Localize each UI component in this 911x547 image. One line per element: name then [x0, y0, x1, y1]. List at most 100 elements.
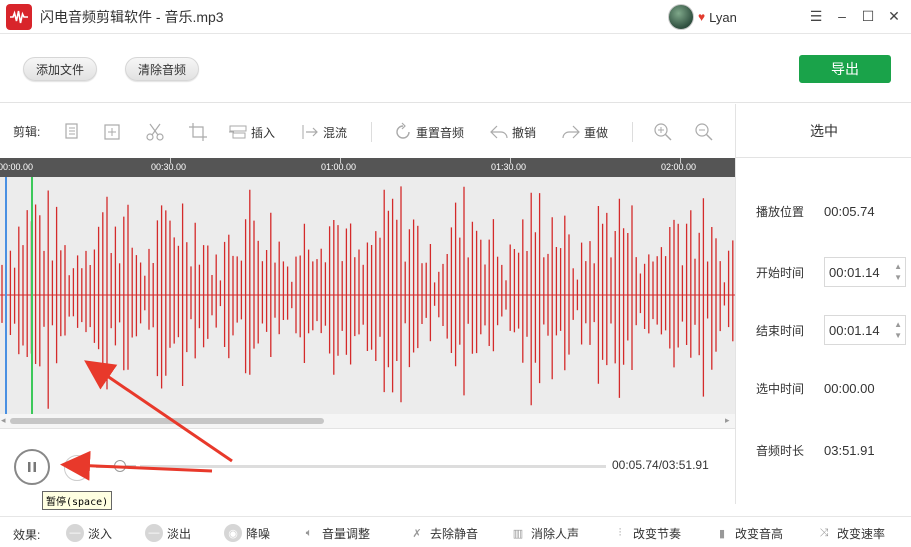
title-bar: 闪电音频剪辑软件 - 音乐.mp3 ♥ Lyan ☰ – ☐ ✕ [0, 0, 911, 34]
volume-icon[interactable]: ◀ [64, 455, 90, 481]
remove-silence-label: 去除静音 [430, 526, 479, 541]
timeline-ruler[interactable]: 00:00.00 00:30.00 01:00.00 01:30.00 02:0… [0, 158, 735, 177]
pause-tooltip: 暂停(space) [42, 491, 113, 510]
scroll-left-icon[interactable]: ◂ [1, 415, 6, 426]
selected-time-value: 00:00.00 [824, 380, 875, 396]
progress-slider[interactable] [140, 465, 606, 468]
redo-tool[interactable]: 重做 [561, 121, 608, 143]
edit-toolbar: 剪辑: 插入 混流 重置音频 撤销 重做 [0, 104, 735, 158]
waveform-area[interactable] [0, 177, 735, 414]
fade-out-icon: — [145, 524, 163, 542]
zoom-out-icon[interactable] [694, 121, 714, 143]
duration-value: 03:51.91 [824, 442, 875, 458]
denoise-icon: ◉ [224, 524, 242, 542]
insert-icon [229, 125, 247, 139]
change-speed-button[interactable]: ⤨ 改变速率 [815, 523, 885, 543]
pause-button[interactable] [14, 449, 50, 485]
up-arrow-icon[interactable]: ▲ [894, 261, 902, 272]
change-tempo-icon: ⫶ [618, 526, 622, 539]
waveform-bars [1, 186, 734, 409]
ruler-label: 01:30.00 [491, 162, 527, 172]
down-arrow-icon[interactable]: ▼ [894, 272, 902, 283]
mix-tool[interactable]: 混流 [300, 121, 347, 143]
paste-icon[interactable] [102, 121, 122, 143]
change-pitch-icon: ▮ [718, 527, 726, 540]
zoom-in-icon[interactable] [653, 121, 673, 143]
up-arrow-icon[interactable]: ▲ [894, 319, 902, 330]
change-speed-label: 改变速率 [837, 526, 886, 541]
effects-bar: 效果: — 淡入 — 淡出 ◉ 降噪 🔈︎ 音量调整 ✗ 去除静音 ▥ 消除人声… [0, 516, 911, 547]
change-pitch-button[interactable]: ▮ 改变音高 [713, 523, 783, 543]
reset-audio-label: 重置音频 [416, 125, 465, 140]
undo-tool[interactable]: 撤销 [489, 121, 536, 143]
crop-icon[interactable] [188, 121, 208, 143]
duration-row: 音频时长 03:51.91 [756, 435, 875, 465]
menu-icon[interactable]: ☰ [804, 4, 828, 28]
export-button[interactable]: 导出 [799, 55, 891, 83]
vip-heart-icon: ♥ [698, 10, 706, 24]
user-area[interactable]: ♥ Lyan [668, 4, 737, 30]
volume-knob[interactable] [114, 460, 126, 472]
change-tempo-label: 改变节奏 [633, 526, 682, 541]
play-position-value: 00:05.74 [824, 203, 875, 219]
denoise-label: 降噪 [246, 526, 271, 541]
down-arrow-icon[interactable]: ▼ [894, 330, 902, 341]
fade-in-button[interactable]: — 淡入 [66, 523, 112, 543]
window-title: 闪电音频剪辑软件 - 音乐.mp3 [40, 8, 224, 25]
remove-silence-button[interactable]: ✗ 去除静音 [408, 523, 478, 543]
cut-icon[interactable] [145, 121, 165, 143]
copy-icon[interactable] [62, 121, 82, 143]
add-file-button[interactable]: 添加文件 [23, 57, 98, 81]
fade-out-label: 淡出 [167, 526, 192, 541]
end-time-row: 结束时间 00:01.14 ▲ ▼ [756, 315, 906, 345]
remove-vocals-icon: ▥ [512, 527, 524, 540]
toolbar-divider [632, 122, 633, 142]
waveform[interactable] [0, 177, 735, 414]
mix-icon [302, 125, 318, 139]
start-time-value: 00:01.14 [829, 264, 880, 280]
reset-icon [396, 122, 410, 139]
panel-title: 选中 [736, 104, 911, 158]
reset-audio-tool[interactable]: 重置音频 [393, 121, 464, 143]
close-icon[interactable]: ✕ [882, 4, 906, 28]
redo-label: 重做 [584, 125, 609, 140]
fade-in-label: 淡入 [88, 526, 113, 541]
maximize-icon[interactable]: ☐ [856, 4, 880, 28]
play-position-label: 播放位置 [756, 204, 805, 219]
fade-in-icon: — [66, 524, 84, 542]
scrollbar-thumb[interactable] [10, 418, 324, 424]
avatar[interactable] [668, 4, 694, 30]
start-time-input[interactable]: 00:01.14 ▲ ▼ [824, 257, 906, 287]
volume-adjust-button[interactable]: 🔈︎ 音量调整 [300, 523, 370, 543]
ruler-label: 02:00.00 [661, 162, 697, 172]
end-time-input[interactable]: 00:01.14 ▲ ▼ [824, 315, 906, 345]
duration-label: 音频时长 [756, 443, 805, 458]
start-time-label: 开始时间 [756, 265, 805, 280]
start-time-stepper[interactable]: ▲ ▼ [894, 261, 902, 283]
ruler-label: 00:30.00 [151, 162, 187, 172]
start-time-row: 开始时间 00:01.14 ▲ ▼ [756, 257, 906, 287]
clear-audio-button[interactable]: 清除音频 [125, 57, 200, 81]
play-time: 00:05.74/03:51.91 [612, 458, 709, 472]
ruler-label: 01:00.00 [321, 162, 357, 172]
end-time-stepper[interactable]: ▲ ▼ [894, 319, 902, 341]
denoise-button[interactable]: ◉ 降噪 [224, 523, 270, 543]
volume-adjust-label: 音量调整 [322, 526, 371, 541]
volume-adjust-icon: 🔈︎ [305, 526, 313, 539]
toolbar-divider [371, 122, 372, 142]
change-tempo-button[interactable]: ⫶ 改变节奏 [611, 523, 681, 543]
remove-vocals-button[interactable]: ▥ 消除人声 [509, 523, 579, 543]
redo-icon [562, 125, 580, 139]
selected-time-row: 选中时间 00:00.00 [756, 373, 875, 403]
insert-label: 插入 [251, 125, 276, 140]
minimize-icon[interactable]: – [830, 4, 854, 28]
horizontal-scrollbar[interactable]: ◂ ▸ [0, 414, 735, 428]
top-toolbar: 添加文件 清除音频 导出 [0, 35, 911, 103]
insert-tool[interactable]: 插入 [228, 121, 275, 143]
scroll-right-icon[interactable]: ▸ [725, 415, 730, 426]
undo-label: 撤销 [512, 125, 537, 140]
mix-label: 混流 [323, 125, 348, 140]
selected-time-label: 选中时间 [756, 381, 805, 396]
username[interactable]: Lyan [709, 10, 737, 25]
fade-out-button[interactable]: — 淡出 [145, 523, 191, 543]
